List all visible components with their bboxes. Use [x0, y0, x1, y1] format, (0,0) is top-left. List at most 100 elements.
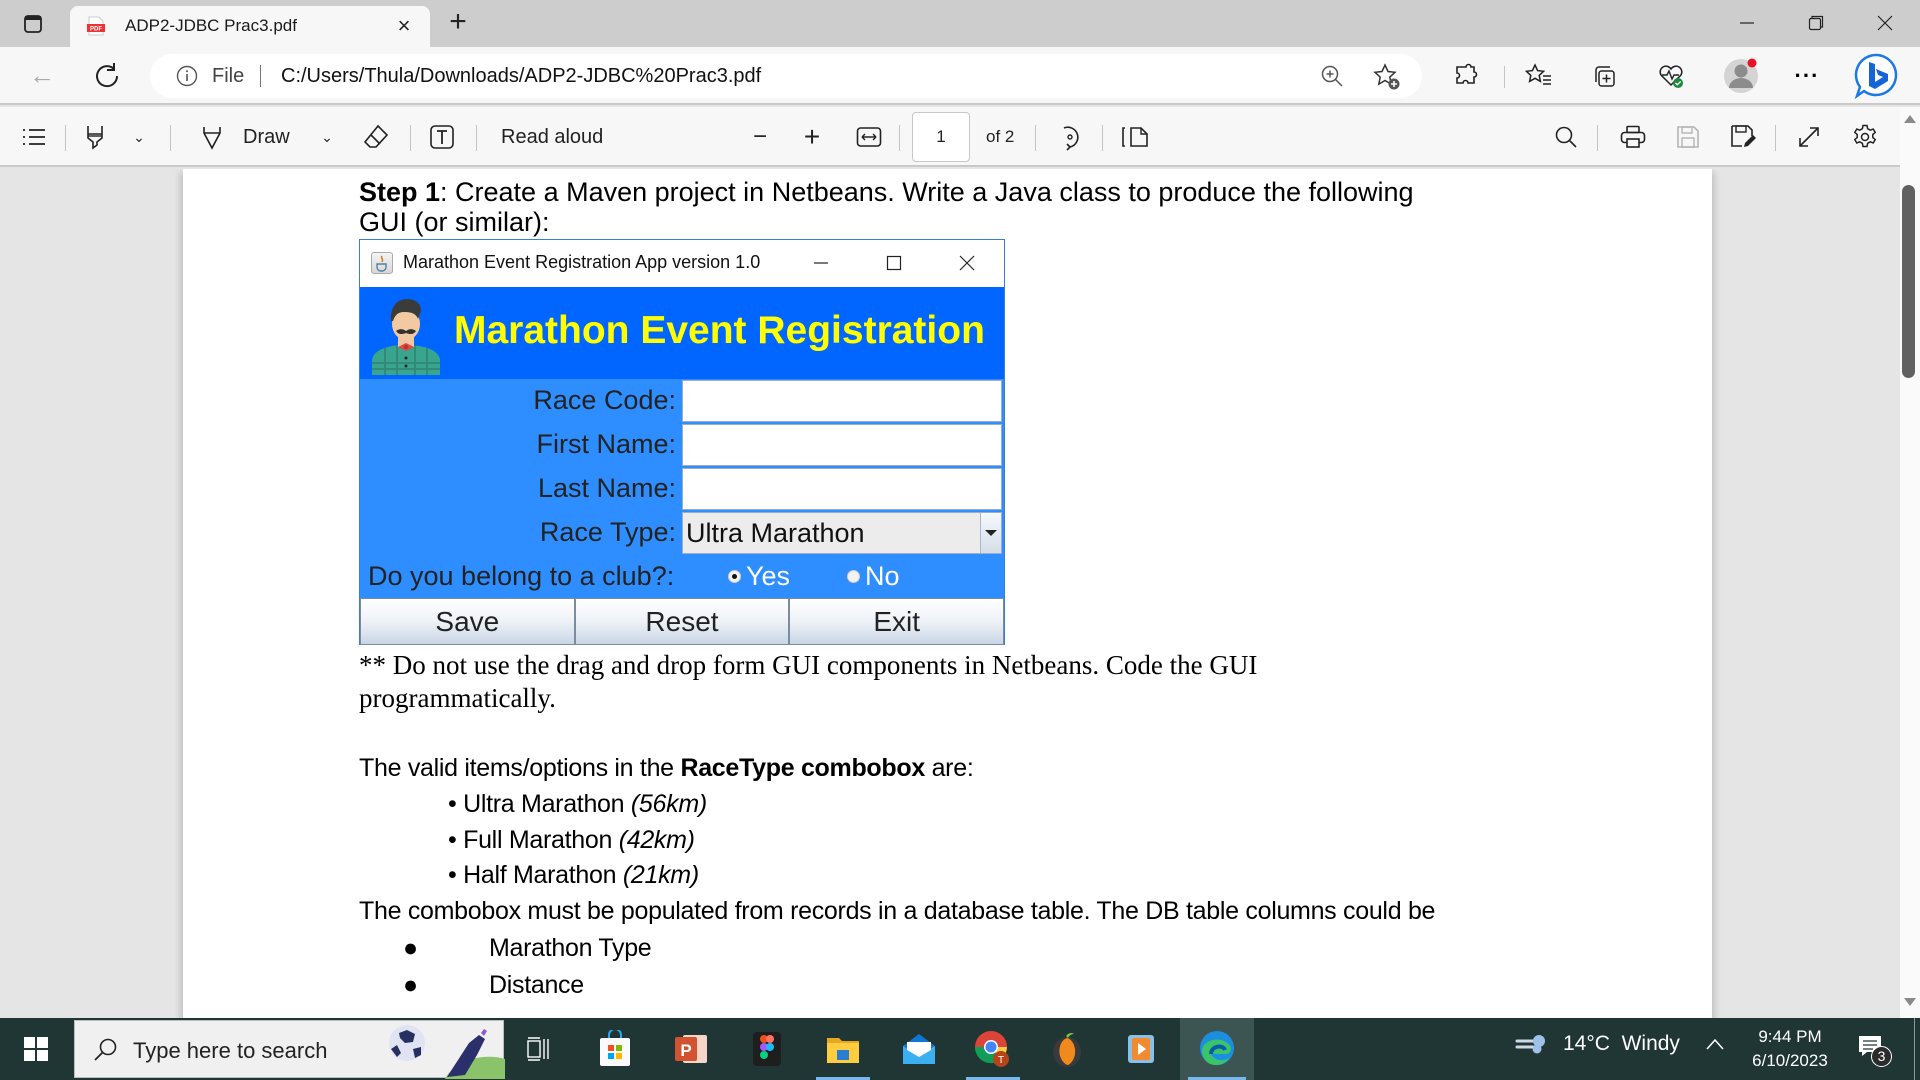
- java-window-title: Marathon Event Registration App version …: [403, 252, 761, 272]
- last-name-field: [682, 468, 1002, 510]
- zoom-in-button[interactable]: +: [800, 121, 824, 153]
- step-text: : Create a Maven project in Netbeans. Wr…: [440, 177, 1414, 207]
- toolbar-divider: [410, 125, 411, 151]
- browser-essentials-button[interactable]: [1654, 59, 1688, 93]
- save-as-button[interactable]: [1728, 121, 1758, 153]
- favorites-button[interactable]: [1522, 59, 1556, 93]
- taskbar-app-media-player[interactable]: [1118, 1026, 1164, 1072]
- profile-icon: [1724, 58, 1758, 93]
- java-banner: Marathon Event Registration: [360, 287, 1004, 379]
- draw-options-dropdown[interactable]: ⌄: [316, 121, 338, 153]
- system-clock[interactable]: 9:44 PM 6/10/2023: [1740, 1025, 1840, 1073]
- collections-icon: [1595, 66, 1615, 87]
- notification-center-button[interactable]: 3: [1857, 1032, 1893, 1068]
- toolbar-divider: [65, 125, 66, 151]
- vertical-scrollbar[interactable]: [1900, 107, 1920, 1018]
- scroll-down-arrow-icon[interactable]: [1904, 998, 1916, 1006]
- profile-avatar[interactable]: [1722, 57, 1760, 95]
- start-button[interactable]: [0, 1018, 72, 1080]
- zoom-icon[interactable]: [1320, 64, 1344, 88]
- highlight-options-dropdown[interactable]: ⌄: [128, 121, 150, 153]
- taskbar-app-file-explorer[interactable]: [816, 1026, 870, 1080]
- taskbar-search[interactable]: Type here to search: [74, 1020, 505, 1079]
- last-name-label: Last Name:: [537, 473, 676, 503]
- close-window-button[interactable]: [1862, 6, 1908, 40]
- minimize-window-button[interactable]: [1724, 6, 1770, 40]
- fit-to-width-button[interactable]: [855, 121, 883, 153]
- note-line-2: programmatically.: [359, 683, 556, 713]
- tab-actions-button[interactable]: [18, 10, 48, 38]
- taskbar-app-edge[interactable]: [1180, 1018, 1254, 1080]
- taskbar-app-chrome[interactable]: T: [966, 1026, 1020, 1080]
- save-button[interactable]: [1673, 121, 1703, 153]
- collections-button[interactable]: [1587, 59, 1621, 93]
- pdf-settings-button[interactable]: [1850, 121, 1880, 153]
- restore-window-button[interactable]: [1793, 6, 1839, 40]
- java-close-icon: [952, 250, 982, 276]
- toolbar-divider: [1775, 125, 1776, 151]
- taskbar-app-powerpoint[interactable]: P: [668, 1026, 714, 1072]
- bing-chat-button[interactable]: [1852, 52, 1900, 100]
- race-option-distance: (42km): [618, 826, 695, 854]
- extensions-button[interactable]: [1449, 59, 1483, 93]
- valid-intro-end: are:: [924, 754, 974, 782]
- close-icon: [1877, 15, 1893, 31]
- toolbar-divider: [1597, 125, 1598, 151]
- more-options-button[interactable]: ···: [1790, 59, 1824, 93]
- add-text-button[interactable]: [426, 121, 458, 153]
- add-favorite-icon[interactable]: [1373, 63, 1401, 91]
- highlight-button[interactable]: [80, 121, 110, 153]
- java-exit-button: Exit: [789, 598, 1005, 645]
- page-number-input[interactable]: 1: [912, 112, 970, 162]
- close-tab-icon[interactable]: ×: [392, 13, 416, 39]
- erase-button[interactable]: [360, 121, 392, 153]
- java-maximize-icon: [879, 250, 909, 276]
- db-column-item: ● Marathon Type: [403, 934, 652, 963]
- scroll-up-arrow-icon[interactable]: [1904, 115, 1916, 123]
- text-box-icon: [430, 125, 454, 149]
- chrome-icon: T: [974, 1031, 1009, 1067]
- rotate-button[interactable]: [1055, 121, 1085, 153]
- show-hidden-icons-button[interactable]: [1705, 1034, 1725, 1057]
- draw-button[interactable]: [197, 121, 227, 153]
- browser-tab[interactable]: PDF ADP2-JDBC Prac3.pdf ×: [70, 6, 430, 47]
- race-code-label: Race Code:: [533, 385, 676, 415]
- weather-text: 14°C Windy: [1563, 1032, 1680, 1055]
- page-view-button[interactable]: [1120, 121, 1150, 153]
- race-type-label: Race Type:: [539, 517, 676, 547]
- search-placeholder: Type here to search: [133, 1038, 328, 1063]
- club-yes-radio: Yes: [728, 561, 790, 592]
- microsoft-store-icon: [600, 1030, 630, 1066]
- task-view-button[interactable]: [516, 1026, 562, 1072]
- db-column-item: ● Distance: [403, 971, 584, 1000]
- taskbar-app-fl-studio[interactable]: [1044, 1026, 1090, 1072]
- radio-selected-icon: [728, 570, 741, 583]
- valid-items-intro: The valid items/options in the RaceType …: [359, 754, 974, 783]
- file-explorer-icon: [827, 1038, 859, 1063]
- weather-widget[interactable]: 14°C Windy: [1515, 1032, 1680, 1056]
- draw-label[interactable]: Draw: [243, 121, 290, 153]
- taskbar-app-microsoft-store[interactable]: [592, 1026, 638, 1072]
- refresh-button[interactable]: [90, 59, 124, 93]
- chevron-down-icon: [980, 513, 1001, 553]
- race-option-name: Full Marathon: [463, 826, 619, 854]
- new-tab-button[interactable]: +: [440, 6, 476, 40]
- chevron-up-icon: [1706, 1038, 1724, 1050]
- club-no-label: No: [865, 561, 900, 591]
- eraser-icon: [363, 124, 389, 148]
- print-button[interactable]: [1618, 121, 1648, 153]
- find-button[interactable]: [1552, 121, 1580, 153]
- show-desktop-button[interactable]: [1914, 1018, 1915, 1080]
- taskbar-app-mail[interactable]: [896, 1026, 942, 1072]
- url-text[interactable]: C:/Users/Thula/Downloads/ADP2-JDBC%20Pra…: [281, 65, 761, 88]
- back-button[interactable]: ←: [25, 59, 59, 93]
- tab-actions-icon: [24, 15, 42, 33]
- taskbar-app-figma[interactable]: [744, 1026, 790, 1072]
- pen-icon: [203, 127, 221, 150]
- zoom-out-button[interactable]: −: [748, 121, 772, 153]
- address-bar[interactable]: File C:/Users/Thula/Downloads/ADP2-JDBC%…: [150, 54, 1422, 98]
- read-aloud-button[interactable]: Read aloud: [501, 121, 603, 153]
- fullscreen-button[interactable]: [1795, 121, 1823, 153]
- contents-button[interactable]: [18, 121, 50, 153]
- scrollbar-thumb[interactable]: [1902, 185, 1915, 378]
